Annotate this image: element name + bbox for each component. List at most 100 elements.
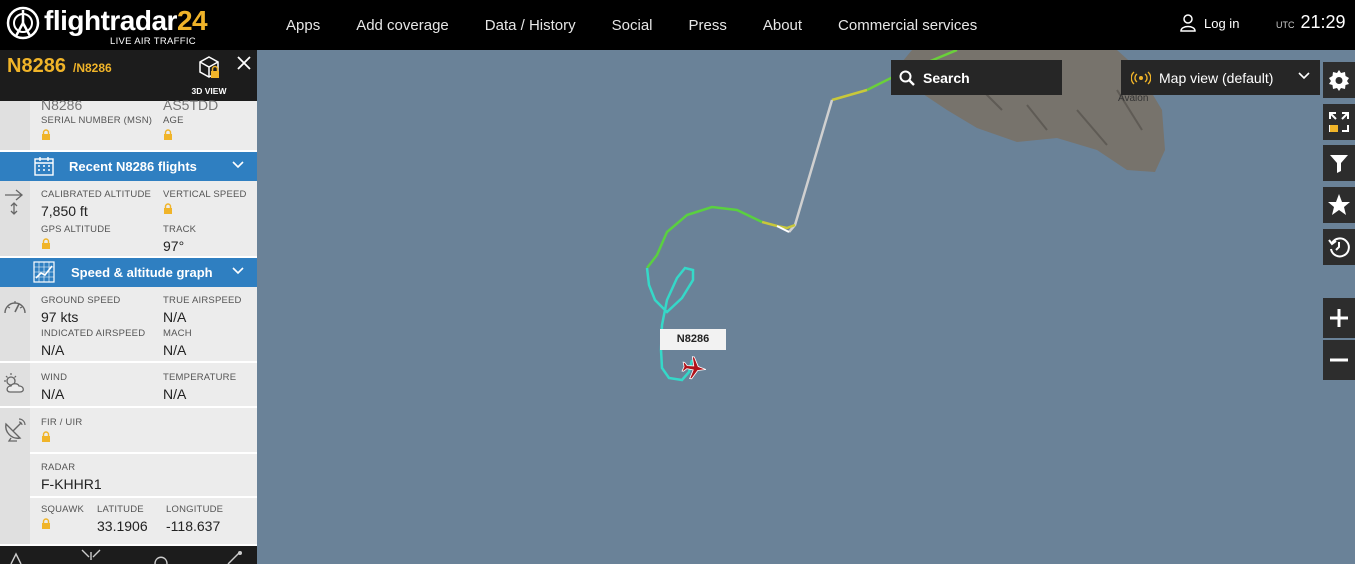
serial-number-field: SERIAL NUMBER (MSN) [41, 115, 152, 145]
section-icon-strip [0, 408, 30, 544]
wind-label: WIND [41, 372, 68, 383]
favorites-button[interactable] [1323, 187, 1355, 223]
temperature-field: TEMPERATURE N/A [163, 372, 236, 402]
chevron-down-icon [232, 267, 244, 275]
lock-icon[interactable] [41, 238, 51, 249]
registration-value: N8286 [41, 97, 83, 113]
playback-button[interactable] [1323, 229, 1355, 265]
top-navigation-bar: flightradar24 LIVE AIR TRAFFIC Apps Add … [0, 0, 1355, 50]
gps-altitude-field: GPS ALTITUDE [41, 224, 111, 254]
speed-altitude-graph-toggle[interactable]: Speed & altitude graph [0, 258, 257, 287]
lock-icon[interactable] [163, 203, 173, 214]
route-icon[interactable] [8, 550, 24, 564]
position-section: FIR / UIR RADAR F-KHHR1 SQUAWK LATITUDE … [0, 408, 257, 546]
search-button[interactable]: Search [891, 60, 1062, 95]
lock-icon[interactable] [41, 431, 51, 442]
lock-icon[interactable] [163, 129, 173, 140]
nav-data-history[interactable]: Data / History [467, 17, 594, 34]
section-icon-strip [0, 181, 30, 256]
nav-about[interactable]: About [745, 17, 820, 34]
settings-button[interactable] [1323, 62, 1355, 98]
registration-field: N8286 [41, 94, 82, 113]
aircraft-callsign-label[interactable]: N8286 [660, 329, 726, 350]
speed-altitude-graph-label: Speed & altitude graph [71, 265, 213, 280]
logo-wordmark: flightradar24 [44, 5, 208, 36]
share-icon[interactable] [152, 549, 170, 564]
wind-value: N/A [41, 386, 65, 402]
section-icon-strip [0, 363, 30, 406]
plus-icon [1330, 309, 1348, 327]
ground-speed-field: GROUND SPEED 97 kts [41, 295, 120, 325]
nav-commercial-services[interactable]: Commercial services [820, 17, 995, 34]
callsign-sub: /N8286 [73, 61, 112, 75]
search-label: Search [923, 69, 970, 86]
follow-icon[interactable] [80, 548, 102, 564]
expand-icon [1329, 112, 1349, 132]
age-field: AGE [163, 115, 184, 145]
aircraft-info-panel: N8286 /N8286 3D VIEW N8286 AS5TDD SERIAL… [0, 50, 257, 564]
zoom-in-button[interactable] [1323, 298, 1355, 338]
nav-press[interactable]: Press [671, 17, 745, 34]
utc-clock: UTC 21:29 [1276, 12, 1346, 33]
nav-social[interactable]: Social [594, 17, 671, 34]
wind-field: WIND N/A [41, 372, 67, 402]
type-value: AS5TDD [163, 97, 219, 113]
lock-icon[interactable] [41, 518, 51, 529]
vertical-speed-field: VERTICAL SPEED [163, 189, 247, 219]
recent-flights-toggle[interactable]: Recent N8286 flights [0, 152, 257, 181]
flight-track-layer [645, 50, 1165, 382]
chevron-down-icon [232, 161, 244, 169]
calibrated-altitude-value: 7,850 ft [41, 203, 88, 219]
chevron-down-icon [1298, 72, 1310, 80]
panel-footer-toolbar [0, 546, 257, 564]
climb-icon [5, 189, 24, 215]
flightradar24-logo[interactable]: flightradar24 LIVE AIR TRAFFIC [6, 4, 208, 48]
longitude-label: LONGITUDE [166, 504, 224, 515]
cube-icon [199, 56, 219, 78]
history-icon [1328, 237, 1350, 258]
track-segment-green [646, 205, 763, 269]
track-field: TRACK 97° [163, 224, 196, 254]
3d-view-button[interactable]: 3D VIEW [190, 55, 228, 96]
speed-section: GROUND SPEED 97 kts TRUE AIRSPEED N/A IN… [0, 287, 257, 363]
temperature-value: N/A [163, 386, 187, 402]
more-icon[interactable] [224, 550, 244, 564]
fullscreen-button[interactable] [1323, 104, 1355, 140]
ground-speed-label: GROUND SPEED [41, 295, 121, 306]
mach-field: MACH N/A [163, 328, 192, 358]
divider [30, 452, 257, 454]
latitude-field: LATITUDE 33.1906 [97, 504, 148, 534]
gps-altitude-label: GPS ALTITUDE [41, 224, 111, 235]
user-icon [1180, 14, 1196, 32]
nav-apps[interactable]: Apps [268, 17, 338, 34]
nav-add-coverage[interactable]: Add coverage [338, 17, 467, 34]
recent-flights-label: Recent N8286 flights [69, 159, 197, 174]
radar-dish-icon [5, 418, 26, 442]
filter-icon [1330, 155, 1348, 173]
lock-icon[interactable] [41, 129, 51, 140]
map-view-dropdown[interactable]: Map view (default) [1121, 60, 1320, 95]
login-button[interactable]: Log in [1180, 14, 1239, 32]
weather-section: WIND N/A TEMPERATURE N/A [0, 363, 257, 408]
callsign: N8286 [7, 55, 66, 77]
temperature-label: TEMPERATURE [163, 372, 237, 383]
divider [30, 496, 257, 498]
age-label: AGE [163, 115, 184, 126]
calendar-icon [34, 157, 54, 176]
weather-icon [4, 373, 24, 393]
section-icon-strip [0, 101, 30, 150]
close-icon[interactable] [236, 55, 252, 71]
filter-button[interactable] [1323, 145, 1355, 181]
graph-icon [33, 261, 55, 283]
mach-value: N/A [163, 342, 187, 358]
aircraft-icon[interactable] [681, 355, 707, 381]
true-airspeed-value: N/A [163, 309, 187, 325]
indicated-airspeed-value: N/A [41, 342, 65, 358]
longitude-value: -118.637 [166, 518, 221, 534]
zoom-out-button[interactable] [1323, 340, 1355, 380]
speedometer-icon [4, 301, 26, 314]
track-label: TRACK [163, 224, 197, 235]
minus-icon [1330, 358, 1348, 362]
squawk-label: SQUAWK [41, 504, 85, 515]
map-canvas[interactable] [257, 50, 1355, 564]
